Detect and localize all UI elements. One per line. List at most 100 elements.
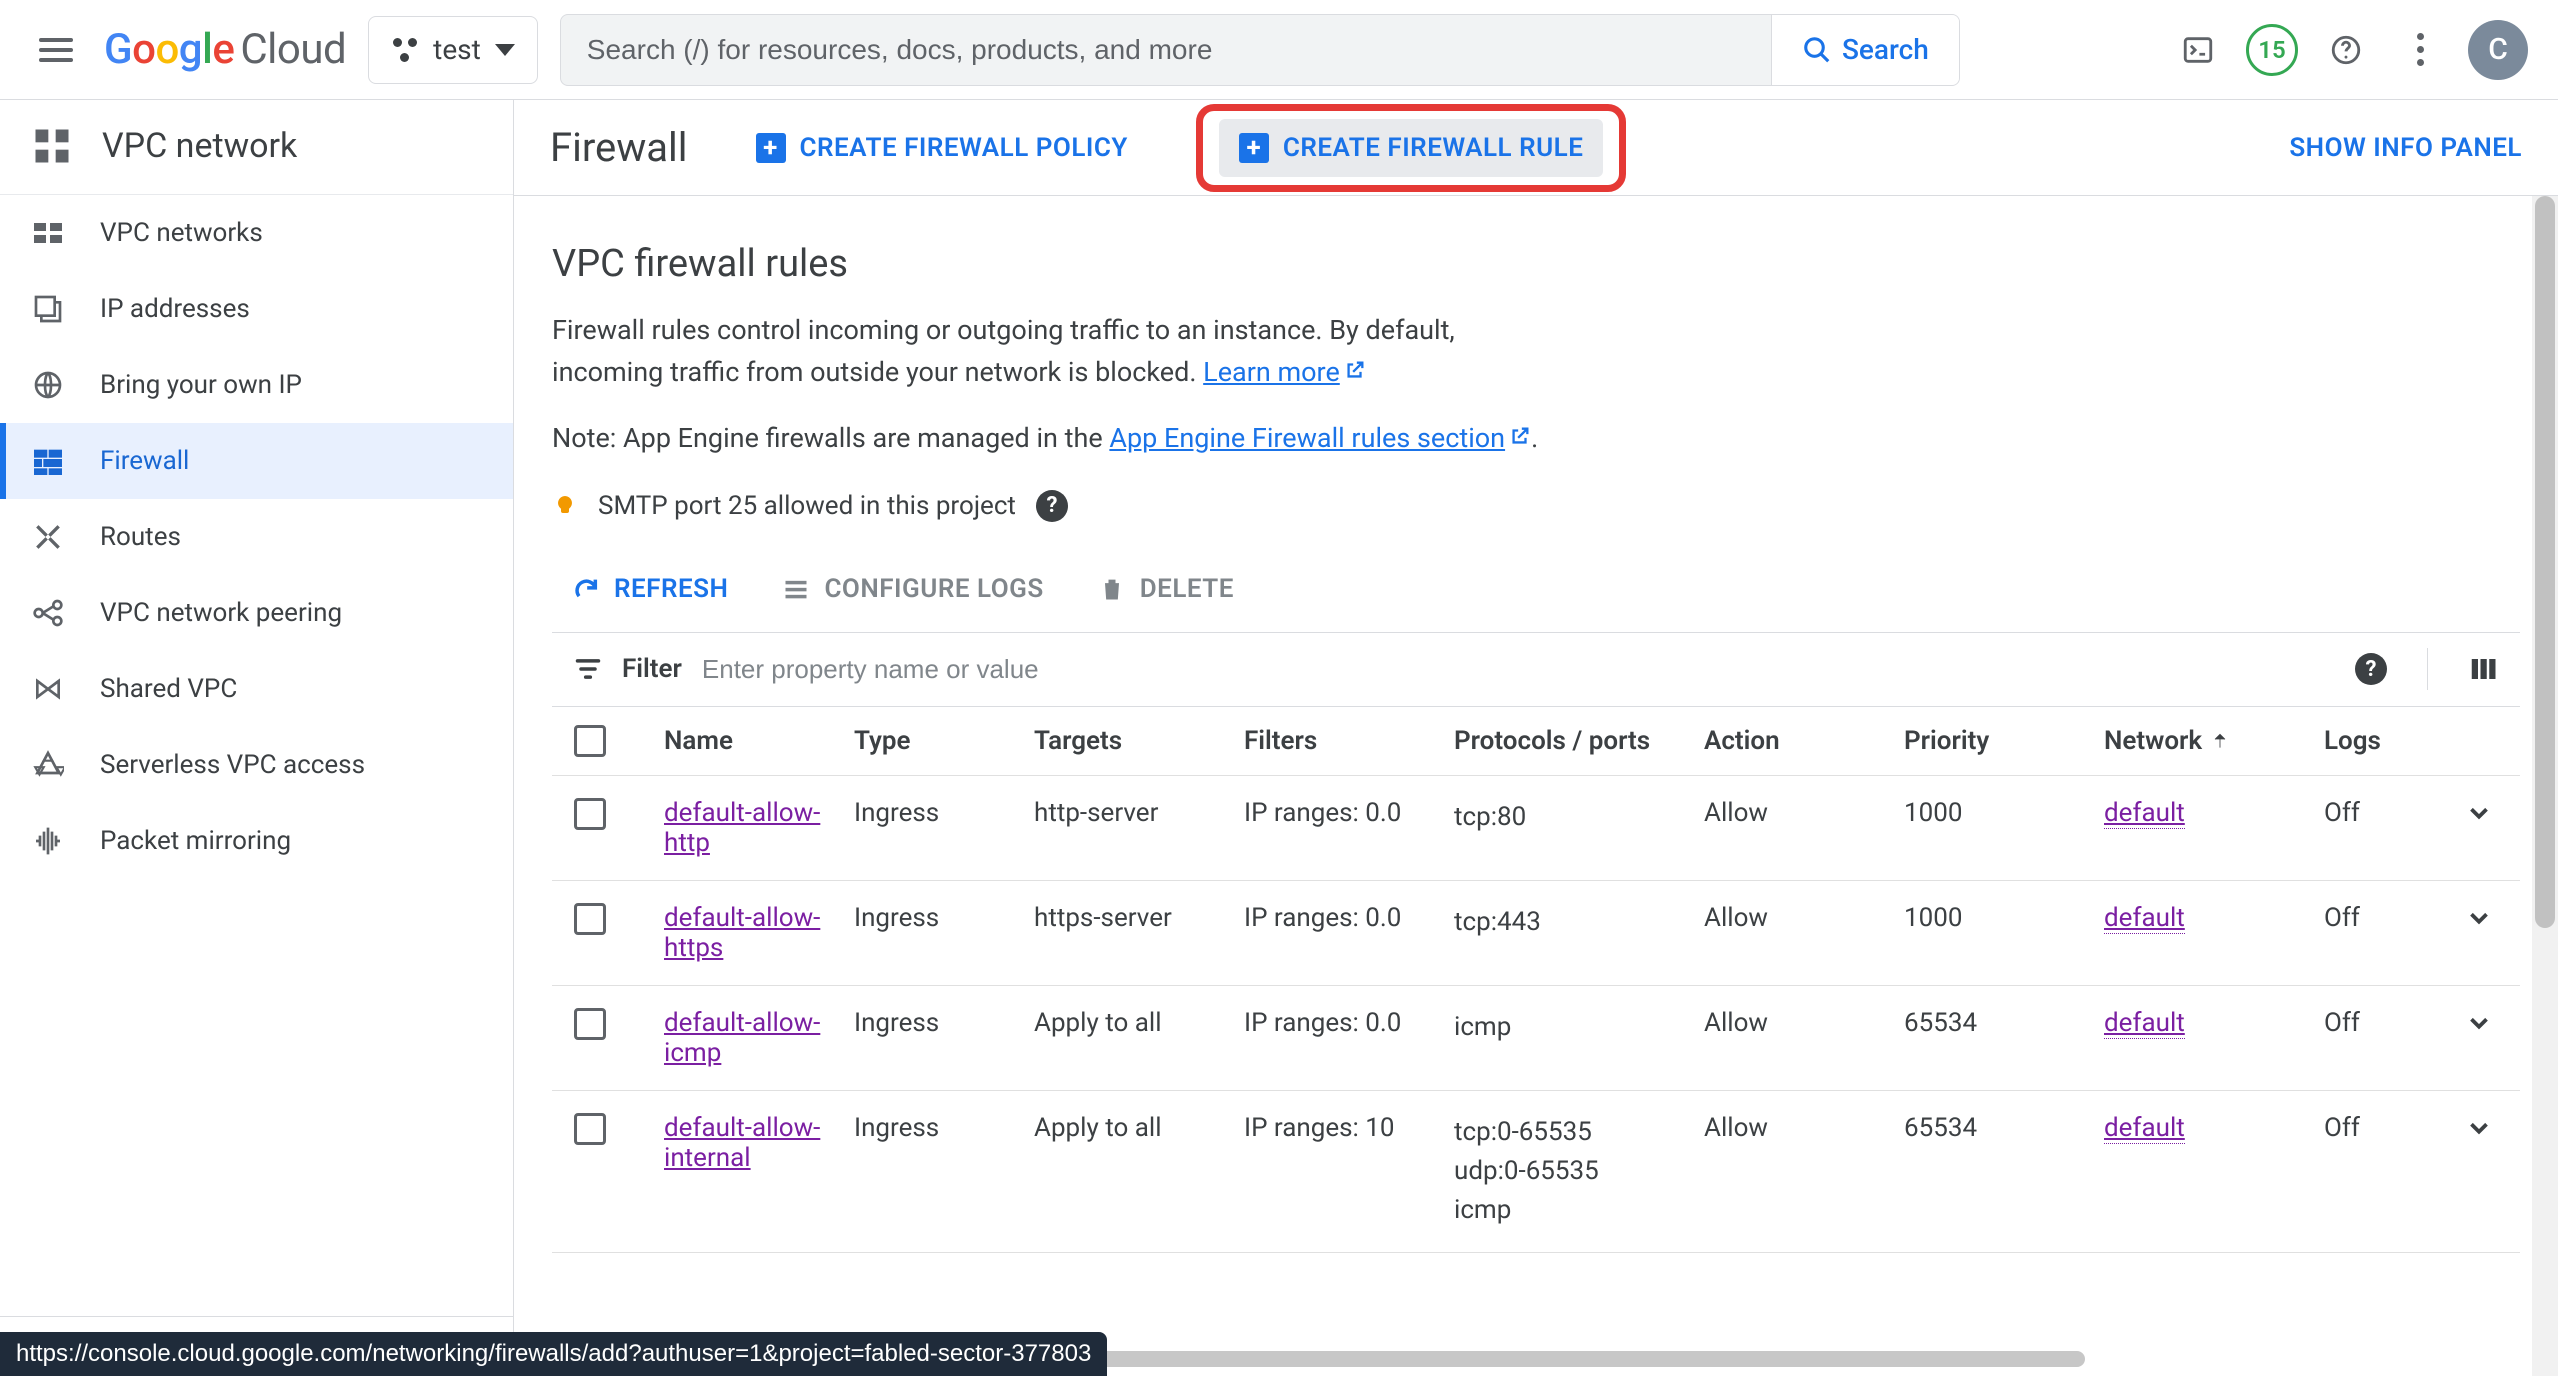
section-description: Firewall rules control incoming or outgo… — [552, 310, 1572, 394]
create-rule-label: CREATE FIREWALL RULE — [1283, 133, 1584, 163]
row-checkbox[interactable] — [574, 903, 606, 935]
plus-icon: + — [1239, 133, 1269, 163]
sidebar-item-peering[interactable]: VPC network peering — [0, 575, 513, 651]
project-icon — [391, 36, 419, 64]
main-pane: Firewall + CREATE FIREWALL POLICY + CREA… — [514, 100, 2558, 1376]
network-link[interactable]: default — [2104, 903, 2185, 934]
delete-button[interactable]: DELETE — [1098, 574, 1234, 604]
row-checkbox[interactable] — [574, 1113, 606, 1145]
cell-targets: Apply to all — [1034, 1113, 1244, 1143]
rule-name-link[interactable]: default-allow-https — [664, 903, 854, 963]
sidebar-item-shared-vpc[interactable]: Shared VPC — [0, 651, 513, 727]
table-toolbar: REFRESH CONFIGURE LOGS DELETE — [552, 562, 2520, 632]
project-picker[interactable]: test — [368, 16, 538, 84]
show-info-panel-button[interactable]: SHOW INFO PANEL — [2289, 133, 2522, 163]
section-title: VPC firewall rules — [552, 242, 2520, 286]
network-link[interactable]: default — [2104, 1008, 2185, 1039]
byoip-icon — [30, 367, 66, 403]
filter-label: Filter — [622, 654, 682, 684]
col-type[interactable]: Type — [854, 726, 1034, 756]
cloud-shell-button[interactable] — [2172, 24, 2224, 76]
chevron-down-icon — [2464, 1008, 2494, 1038]
column-display-button[interactable] — [2468, 654, 2498, 684]
cell-filters: IP ranges: 0.0 — [1244, 903, 1454, 933]
nav-menu-button[interactable] — [30, 24, 82, 76]
col-action[interactable]: Action — [1704, 726, 1904, 756]
account-avatar[interactable]: C — [2468, 20, 2528, 80]
firewall-rules-table: Filter ? Name Type Targets Filters Proto… — [552, 632, 2520, 1253]
sidebar-item-serverless-vpc[interactable]: Serverless VPC access — [0, 727, 513, 803]
cell-protocols: tcp:443 — [1454, 903, 1704, 942]
col-targets[interactable]: Targets — [1034, 726, 1244, 756]
cell-action: Allow — [1704, 903, 1904, 933]
rule-name-link[interactable]: default-allow-http — [664, 798, 854, 858]
rule-name-link[interactable]: default-allow-icmp — [664, 1008, 854, 1068]
top-bar: Google Cloud test Search 15 C — [0, 0, 2558, 100]
col-filters[interactable]: Filters — [1244, 726, 1454, 756]
sidebar-item-routes[interactable]: Routes — [0, 499, 513, 575]
cell-type: Ingress — [854, 1113, 1034, 1143]
cell-protocols: icmp — [1454, 1008, 1704, 1047]
free-trial-badge[interactable]: 15 — [2246, 24, 2298, 76]
col-priority[interactable]: Priority — [1904, 726, 2104, 756]
refresh-button[interactable]: REFRESH — [572, 574, 728, 604]
app-engine-firewall-link[interactable]: App Engine Firewall rules section — [1109, 422, 1531, 454]
table-row: default-allow-internalIngressApply to al… — [552, 1091, 2520, 1253]
divider — [2427, 648, 2428, 690]
horizontal-scrollbar[interactable] — [1052, 1348, 2528, 1370]
cell-priority: 1000 — [1904, 798, 2104, 828]
row-checkbox[interactable] — [574, 798, 606, 830]
help-button[interactable] — [2320, 24, 2372, 76]
col-network[interactable]: Network — [2104, 726, 2324, 756]
sidebar-item-ip-addresses[interactable]: IP addresses — [0, 271, 513, 347]
col-name[interactable]: Name — [664, 726, 854, 756]
create-policy-label: CREATE FIREWALL POLICY — [800, 133, 1128, 163]
google-cloud-logo[interactable]: Google Cloud — [104, 25, 346, 74]
col-logs[interactable]: Logs — [2324, 726, 2434, 756]
select-all-checkbox[interactable] — [574, 725, 606, 757]
sidebar-item-label: IP addresses — [100, 294, 250, 324]
sidebar-product-header[interactable]: VPC network — [0, 100, 513, 195]
create-firewall-policy-button[interactable]: + CREATE FIREWALL POLICY — [736, 119, 1148, 177]
network-link[interactable]: default — [2104, 1113, 2185, 1144]
sidebar-item-label: Firewall — [100, 446, 189, 476]
search-box: Search — [560, 14, 1960, 86]
expand-row-button[interactable] — [2434, 1008, 2524, 1038]
cell-filters: IP ranges: 0.0 — [1244, 798, 1454, 828]
scrollbar-thumb[interactable] — [1052, 1351, 2085, 1367]
highlight-annotation: + CREATE FIREWALL RULE — [1196, 104, 1627, 192]
sidebar-item-label: Packet mirroring — [100, 826, 291, 856]
search-button-label: Search — [1842, 33, 1929, 66]
expand-row-button[interactable] — [2434, 903, 2524, 933]
page-title: Firewall — [550, 124, 688, 171]
sidebar-item-firewall[interactable]: Firewall — [0, 423, 513, 499]
sidebar-item-vpc-networks[interactable]: VPC networks — [0, 195, 513, 271]
cell-targets: http-server — [1034, 798, 1244, 828]
filter-input[interactable] — [702, 654, 2335, 685]
learn-more-link[interactable]: Learn more — [1203, 356, 1366, 388]
search-button[interactable]: Search — [1771, 15, 1959, 85]
row-checkbox[interactable] — [574, 1008, 606, 1040]
sidebar-item-packet-mirroring[interactable]: Packet mirroring — [0, 803, 513, 879]
cell-type: Ingress — [854, 1008, 1034, 1038]
sidebar-item-label: Bring your own IP — [100, 370, 302, 400]
table-row: default-allow-httpIngresshttp-serverIP r… — [552, 776, 2520, 881]
search-input[interactable] — [561, 15, 1771, 85]
serverless-vpc-icon — [30, 747, 66, 783]
configure-logs-button[interactable]: CONFIGURE LOGS — [782, 574, 1043, 604]
kebab-icon — [2417, 33, 2424, 66]
network-link[interactable]: default — [2104, 798, 2185, 829]
cloud-shell-icon — [2181, 33, 2215, 67]
filter-help-button[interactable]: ? — [2355, 653, 2387, 685]
vertical-scrollbar[interactable] — [2532, 196, 2558, 1376]
rule-name-link[interactable]: default-allow-internal — [664, 1113, 854, 1173]
sidebar-item-byoip[interactable]: Bring your own IP — [0, 347, 513, 423]
expand-row-button[interactable] — [2434, 1113, 2524, 1143]
more-button[interactable] — [2394, 24, 2446, 76]
expand-row-button[interactable] — [2434, 798, 2524, 828]
tip-help-button[interactable]: ? — [1036, 490, 1068, 522]
scrollbar-thumb[interactable] — [2535, 196, 2555, 928]
create-firewall-rule-button[interactable]: + CREATE FIREWALL RULE — [1219, 119, 1604, 177]
cell-protocols: tcp:0-65535 udp:0-65535 icmp — [1454, 1113, 1704, 1230]
col-protocols[interactable]: Protocols / ports — [1454, 726, 1704, 756]
